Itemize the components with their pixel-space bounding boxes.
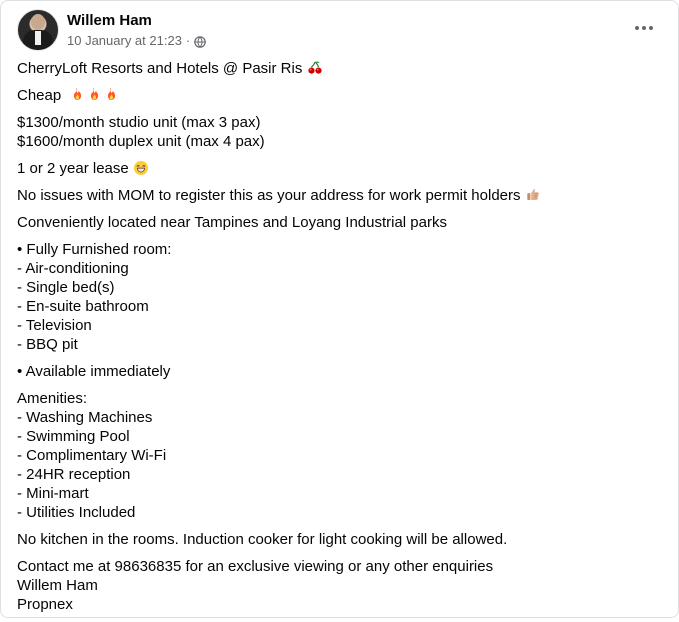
location-paragraph: Conveniently located near Tampines and L…: [17, 213, 662, 232]
grinning-face-icon: [133, 160, 149, 176]
list-item: - Utilities Included: [17, 504, 136, 521]
prices-paragraph: $1300/month studio unit (max 3 pax) $160…: [17, 113, 662, 151]
thumbs-up-icon: [525, 187, 541, 203]
more-dot-2: [642, 26, 646, 30]
post-header: Willem Ham 10 January at 21:23 ·: [17, 9, 207, 51]
post-timestamp[interactable]: 10 January at 21:23: [67, 32, 182, 50]
list-item: - En-suite bathroom: [17, 298, 149, 315]
mom-paragraph: No issues with MOM to register this as y…: [17, 186, 662, 205]
kitchen-paragraph: No kitchen in the rooms. Induction cooke…: [17, 530, 662, 549]
post-subline: 10 January at 21:23 ·: [67, 32, 207, 50]
lease-paragraph: 1 or 2 year lease: [17, 159, 662, 178]
avatar[interactable]: [17, 9, 59, 51]
amenities-list: Amenities: - Washing Machines - Swimming…: [17, 389, 662, 522]
meta-separator: ·: [185, 32, 191, 48]
list-item: - Single bed(s): [17, 279, 115, 296]
availability-text: • Available immediately: [17, 363, 171, 380]
globe-icon[interactable]: [194, 35, 207, 48]
avatar-shirt: [35, 31, 41, 45]
more-dot-3: [649, 26, 653, 30]
location-text: Conveniently located near Tampines and L…: [17, 214, 447, 231]
list-item: - Complimentary Wi-Fi: [17, 447, 167, 464]
list-item: - BBQ pit: [17, 336, 78, 353]
lease-text: 1 or 2 year lease: [17, 160, 129, 177]
post-title: CherryLoft Resorts and Hotels @ Pasir Ri…: [17, 60, 303, 77]
studio-price: $1300/month studio unit (max 3 pax): [17, 114, 261, 131]
title-paragraph: CherryLoft Resorts and Hotels @ Pasir Ri…: [17, 59, 662, 78]
avatar-head: [31, 14, 45, 30]
amenities-heading: Amenities:: [17, 390, 88, 407]
duplex-price: $1600/month duplex unit (max 4 pax): [17, 133, 265, 150]
fire-icon: [69, 87, 85, 103]
furnished-list: • Fully Furnished room: - Air-conditioni…: [17, 240, 662, 354]
contact-paragraph: Contact me at 98636835 for an exclusive …: [17, 557, 662, 614]
list-item: - Swimming Pool: [17, 428, 130, 445]
list-item: - Television: [17, 317, 92, 334]
contact-line: Contact me at 98636835 for an exclusive …: [17, 558, 494, 575]
list-item: - Mini-mart: [17, 485, 89, 502]
furnished-heading: • Fully Furnished room:: [17, 241, 172, 258]
author-name[interactable]: Willem Ham: [67, 11, 206, 31]
cheap-text: Cheap: [17, 87, 62, 104]
fire-icon: [103, 87, 119, 103]
contact-agency: Propnex: [17, 596, 73, 613]
fire-emoji-group: [69, 87, 119, 103]
more-dot-1: [635, 26, 639, 30]
post-content: CherryLoft Resorts and Hotels @ Pasir Ri…: [17, 59, 662, 622]
list-item: - Air-conditioning: [17, 260, 129, 277]
availability-paragraph: • Available immediately: [17, 362, 662, 381]
list-item: - Washing Machines: [17, 409, 153, 426]
post-meta: Willem Ham 10 January at 21:23 ·: [67, 11, 207, 50]
more-options-icon[interactable]: [632, 19, 656, 37]
fire-icon: [86, 87, 102, 103]
kitchen-text: No kitchen in the rooms. Induction cooke…: [17, 531, 508, 548]
cherry-icon: [307, 60, 323, 76]
mom-text: No issues with MOM to register this as y…: [17, 187, 521, 204]
social-post: Willem Ham 10 January at 21:23 · CherryL…: [0, 0, 679, 618]
contact-name: Willem Ham: [17, 577, 98, 594]
list-item: - 24HR reception: [17, 466, 131, 483]
cheap-paragraph: Cheap: [17, 86, 662, 105]
